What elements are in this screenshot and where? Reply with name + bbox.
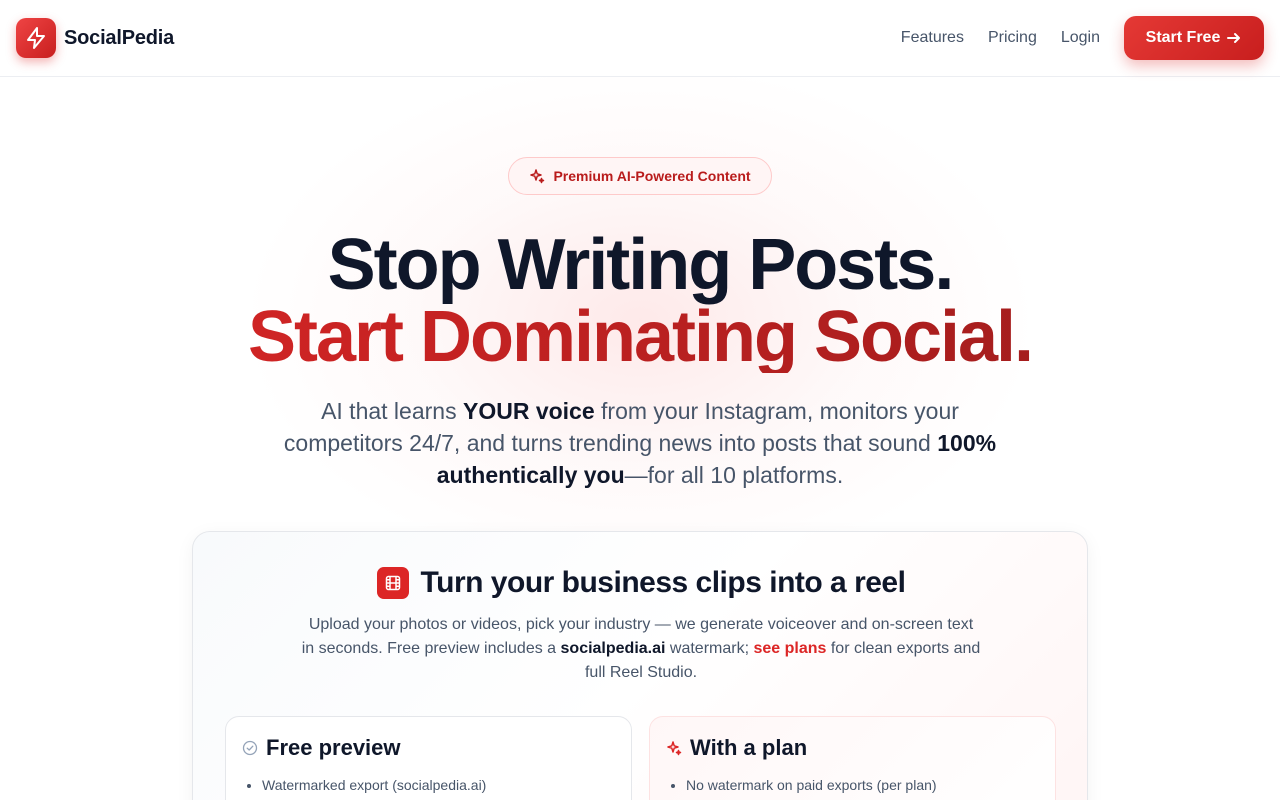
list-item: No watermark on paid exports (per plan)	[686, 775, 937, 795]
hero-sub-bold1: YOUR voice	[462, 398, 595, 424]
hero-title-line2: Start Dominating Social.	[0, 301, 1280, 373]
reel-desc-part2: watermark;	[665, 640, 754, 657]
arrow-right-icon	[1227, 33, 1241, 43]
hero-sub-part3: —for all 10 platforms.	[624, 462, 844, 488]
lightning-bolt-icon	[27, 27, 45, 49]
film-icon	[376, 567, 409, 599]
with-plan-card: With a plan No watermark on paid exports…	[649, 716, 1056, 800]
check-circle-icon	[242, 740, 258, 756]
list-item: Watermarked export (socialpedia.ai)	[262, 775, 486, 795]
reel-card-title: Turn your business clips into a reel	[193, 566, 1089, 600]
sparkles-icon	[530, 169, 545, 184]
with-plan-heading: With a plan	[666, 735, 807, 761]
start-free-label: Start Free	[1145, 29, 1221, 46]
free-preview-list: Watermarked export (socialpedia.ai)	[262, 775, 486, 795]
with-plan-title: With a plan	[690, 735, 808, 760]
logo-mark[interactable]	[16, 18, 56, 58]
free-preview-heading: Free preview	[242, 735, 401, 761]
hero-title-line1: Stop Writing Posts.	[327, 225, 955, 305]
main-nav: Features Pricing Login Start Free	[901, 16, 1264, 60]
brand-name[interactable]: SocialPedia	[64, 27, 174, 50]
site-header: SocialPedia Features Pricing Login Start…	[0, 0, 1280, 77]
premium-badge: Premium AI-Powered Content	[508, 157, 772, 195]
start-free-button[interactable]: Start Free	[1124, 16, 1264, 60]
reel-card-description: Upload your photos or videos, pick your …	[301, 613, 981, 685]
see-plans-link[interactable]: see plans	[753, 640, 826, 657]
nav-login-link[interactable]: Login	[1061, 29, 1100, 47]
hero-subtitle: AI that learns YOUR voice from your Inst…	[280, 395, 1000, 491]
premium-badge-label: Premium AI-Powered Content	[553, 168, 751, 184]
reel-card-title-text: Turn your business clips into a reel	[420, 566, 906, 599]
free-preview-card: Free preview Watermarked export (socialp…	[225, 716, 632, 800]
nav-pricing-link[interactable]: Pricing	[988, 29, 1037, 47]
free-preview-title: Free preview	[266, 735, 401, 760]
hero-sub-part1: AI that learns	[321, 398, 463, 424]
sparkles-icon	[667, 741, 682, 756]
with-plan-list: No watermark on paid exports (per plan)	[686, 775, 937, 795]
nav-features-link[interactable]: Features	[901, 29, 964, 47]
reel-desc-domain: socialpedia.ai	[560, 640, 666, 657]
reel-card: Turn your business clips into a reel Upl…	[192, 531, 1088, 800]
